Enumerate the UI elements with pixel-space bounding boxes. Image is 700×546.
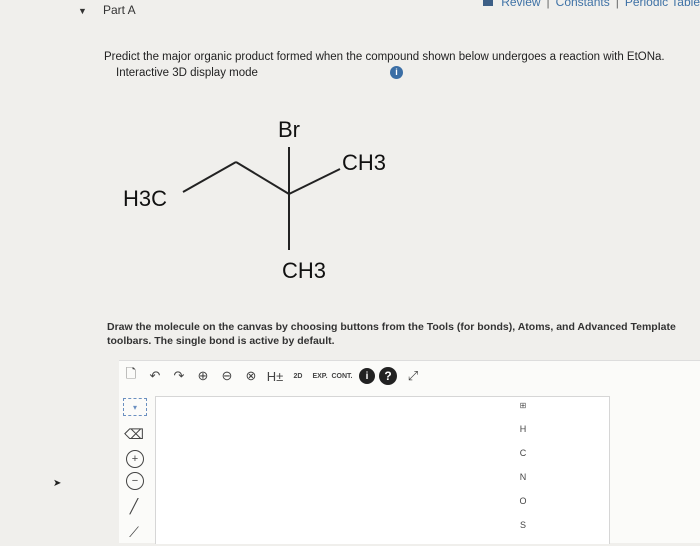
h3c-left-label: H3C [123,186,167,211]
redo-icon[interactable]: ↷ [167,365,191,387]
drawing-canvas[interactable] [155,396,610,544]
molecule-structure: Br CH3 H3C CH3 [123,117,386,283]
editor-info-icon[interactable]: i [359,368,375,384]
bond-c3-ch3 [288,168,341,195]
expand-icon[interactable]: EXP. [309,365,331,387]
editor-toolbar: 🗋 ↶ ↷ ⊕ ⊖ ⊗ H± 2D EXP. CONT. i ? ⤢ [119,361,700,391]
zoom-reset-icon[interactable]: ⊗ [239,365,263,387]
negative-charge-icon[interactable]: − [126,472,144,490]
drawing-instructions: Draw the molecule on the canvas by choos… [107,321,676,347]
chain-tool-icon[interactable]: ⟋ [119,520,149,544]
ch3-right-label: CH3 [342,150,386,175]
positive-charge-icon[interactable]: + [126,450,144,468]
bond-c1-c2 [182,161,237,193]
contract-icon[interactable]: CONT. [331,365,353,387]
help-icon[interactable]: ? [379,367,397,385]
molecule-editor: 🗋 ↶ ↷ ⊕ ⊖ ⊗ H± 2D EXP. CONT. i ? ⤢ ▾ ⌫ +… [119,360,700,546]
new-document-icon[interactable]: 🗋 [119,365,143,387]
eraser-icon[interactable]: ⌫ [119,422,149,446]
zoom-in-icon[interactable]: ⊕ [191,365,215,387]
ch3-bottom-label: CH3 [282,258,326,283]
zoom-out-icon[interactable]: ⊖ [215,365,239,387]
atom-n-button[interactable]: N [505,465,541,489]
explicit-hydrogens-icon[interactable]: H± [263,365,287,387]
select-tool-icon[interactable]: ▾ [123,398,147,416]
atom-s-button[interactable]: S [505,513,541,537]
br-label: Br [278,117,300,142]
cleanup-2d-icon[interactable]: 2D [287,365,309,387]
left-tools: ▾ ⌫ + − ╱ ⟋ [119,396,153,546]
atom-h-button[interactable]: H [505,417,541,441]
atom-c-button[interactable]: C [505,441,541,465]
bond-c2-c3 [235,161,290,195]
atom-toolbar: ⊞ H C N O S [505,395,541,537]
fullscreen-icon[interactable]: ⤢ [401,365,425,387]
single-bond-icon[interactable]: ╱ [119,494,149,518]
mouse-pointer-icon: ➤ [53,478,62,489]
atom-o-button[interactable]: O [505,489,541,513]
undo-icon[interactable]: ↶ [143,365,167,387]
periodic-table-icon[interactable]: ⊞ [505,395,541,417]
